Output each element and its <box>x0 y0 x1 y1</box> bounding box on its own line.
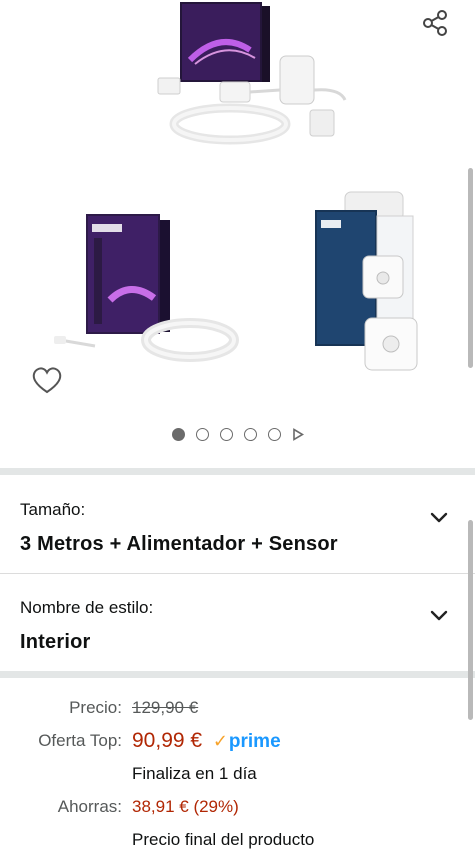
deal-note-row: Finaliza en 1 día <box>0 759 475 789</box>
style-selector[interactable]: Nombre de estilo: Interior <box>0 573 475 669</box>
deal-ends-text: Finaliza en 1 día <box>132 764 257 783</box>
style-value: Interior <box>20 631 91 653</box>
gallery-scrollbar[interactable] <box>468 168 473 368</box>
carousel-dot-4[interactable] <box>243 428 257 441</box>
product-image-gallery[interactable] <box>0 0 475 466</box>
carousel-dot-5[interactable] <box>267 428 281 441</box>
final-price-note-row: Precio final del producto <box>0 825 475 855</box>
list-price-value: 129,90 € <box>132 698 199 717</box>
final-price-note: Precio final del producto <box>132 830 315 849</box>
add-to-wishlist-button[interactable] <box>28 362 66 398</box>
list-price-label: Precio: <box>69 698 122 717</box>
deal-price-value: 90,99 € <box>132 729 203 752</box>
size-label: Tamaño: <box>20 500 86 519</box>
share-button[interactable] <box>418 6 452 40</box>
carousel-dot-1[interactable] <box>171 428 185 441</box>
size-selector[interactable]: Tamaño: 3 Metros + Alimentador + Sensor <box>0 475 475 571</box>
savings-row: Ahorras: 38,91 € (29%) <box>0 792 475 822</box>
share-icon <box>423 10 447 36</box>
prime-badge[interactable]: ✓ prime <box>213 726 281 757</box>
section-divider <box>0 468 475 475</box>
heart-outline-icon <box>32 366 62 393</box>
product-image-lightstrip-extension[interactable] <box>50 210 250 380</box>
product-image-motion-sensor[interactable] <box>305 186 435 386</box>
chevron-down-icon[interactable] <box>429 511 449 525</box>
chevron-down-icon[interactable] <box>429 609 449 623</box>
section-divider <box>0 671 475 678</box>
deal-label: Oferta Top: <box>38 731 122 750</box>
savings-label: Ahorras: <box>57 797 122 816</box>
play-triangle-icon[interactable] <box>292 428 304 441</box>
carousel-indicators[interactable] <box>0 428 475 441</box>
deal-price-row: Oferta Top: 90,99 € ✓ prime <box>0 726 475 756</box>
prime-check-icon: ✓ <box>212 731 228 751</box>
product-image-lightstrip-kit[interactable] <box>150 0 360 150</box>
savings-value: 38,91 € (29%) <box>132 797 239 816</box>
list-price-row: Precio: 129,90 € <box>0 693 475 723</box>
carousel-dot-2[interactable] <box>195 428 209 441</box>
size-value: 3 Metros + Alimentador + Sensor <box>20 533 338 555</box>
page-scrollbar[interactable] <box>468 520 473 720</box>
prime-text: prime <box>228 731 281 752</box>
deal-price-group: 90,99 € ✓ prime <box>132 726 281 757</box>
style-label: Nombre de estilo: <box>20 598 154 617</box>
carousel-dot-3[interactable] <box>219 428 233 441</box>
